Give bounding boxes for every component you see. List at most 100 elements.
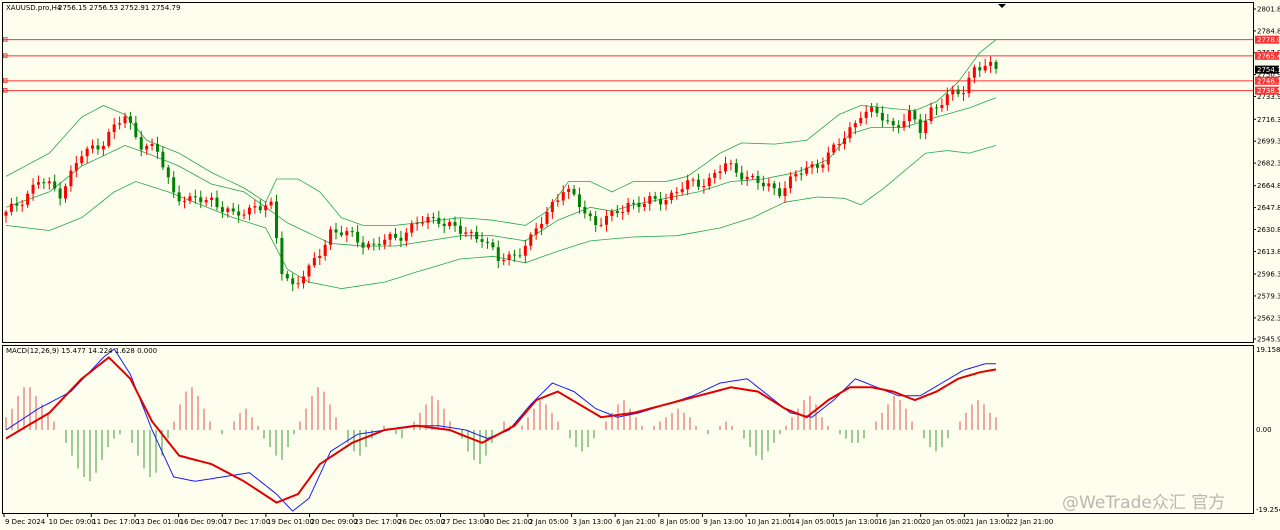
candles-group: [4, 56, 998, 292]
candle-body: [91, 145, 95, 149]
time-tick-label: 26 Dec 05:00: [398, 518, 445, 526]
price-levels-group: [3, 37, 1253, 93]
candle-body: [139, 137, 143, 150]
macd-panel-frame[interactable]: [2, 345, 1254, 514]
chart-shift-marker-icon[interactable]: [998, 4, 1006, 8]
candle-body: [767, 183, 771, 187]
candle-body: [626, 202, 630, 213]
candle-body: [431, 217, 435, 219]
bollinger-lower-band: [5, 145, 997, 290]
candle-body: [345, 231, 349, 236]
time-axis[interactable]: 9 Dec 2024 10 Dec 09:0011 Dec 17:0013 Dec…: [3, 514, 1053, 526]
candle-body: [145, 145, 149, 150]
candle-body: [69, 170, 73, 187]
bollinger-upper-band: [5, 39, 997, 226]
chart-canvas[interactable]: 2801.802784.802767.902750.902733.902716.…: [0, 0, 1280, 530]
candle-body: [583, 206, 587, 214]
candle-body: [518, 255, 522, 257]
candle-body: [9, 203, 13, 212]
candle-body: [756, 175, 760, 183]
candle-body: [4, 211, 8, 216]
candle-body: [669, 192, 673, 200]
candle-body: [632, 202, 636, 204]
candle-body: [507, 254, 511, 260]
candle-body: [659, 198, 663, 205]
candle-body: [983, 65, 987, 71]
candle-body: [183, 200, 187, 202]
macd-signal-line: [5, 356, 997, 504]
time-tick-label: 21 Jan 13:00: [965, 518, 1009, 526]
time-tick-label: 27 Dec 13:00: [442, 518, 489, 526]
candle-body: [729, 163, 733, 165]
candle-body: [161, 151, 165, 168]
candle-body: [480, 239, 484, 242]
candle-body: [702, 185, 706, 187]
time-tick-label: 17 Dec 17:00: [223, 518, 270, 526]
candle-body: [545, 211, 549, 224]
candle-body: [778, 188, 782, 197]
time-tick-label: 2 Jan 05:00: [529, 518, 569, 526]
price-level-label: 2746.11: [1257, 77, 1280, 85]
candle-body: [172, 177, 176, 193]
price-tick-label: 2545.90: [1257, 336, 1280, 344]
candle-body: [36, 182, 40, 185]
candle-body: [972, 67, 976, 78]
candle-body: [642, 203, 646, 207]
candle-body: [107, 132, 111, 146]
bollinger-middle-band: [5, 97, 997, 247]
candle-body: [394, 233, 398, 238]
candle-body: [567, 188, 571, 193]
candle-body: [783, 188, 787, 197]
candle-body: [64, 186, 68, 199]
candle-body: [377, 243, 381, 245]
candle-body: [410, 223, 414, 233]
candle-body: [550, 201, 554, 212]
candle-body: [875, 107, 879, 113]
candle-body: [323, 244, 327, 256]
candle-body: [155, 143, 159, 152]
candle-body: [247, 207, 251, 215]
candle-body: [101, 145, 105, 150]
time-tick-label: 30 Dec 21:00: [485, 518, 532, 526]
candle-body: [291, 278, 295, 285]
price-tick-label: 2699.30: [1257, 138, 1280, 146]
candle-body: [166, 167, 170, 178]
price-tick-label: 2647.80: [1257, 204, 1280, 212]
macd-lines-group: [5, 348, 997, 512]
time-tick-label: 10 Dec 09:00: [49, 518, 96, 526]
price-tick-label: 2716.30: [1257, 116, 1280, 124]
candle-body: [437, 217, 441, 224]
candle-body: [80, 156, 84, 164]
candle-body: [58, 188, 62, 199]
candle-body: [745, 176, 749, 180]
candle-body: [918, 119, 922, 133]
candle-body: [318, 255, 322, 259]
candle-body: [588, 213, 592, 217]
candle-body: [740, 172, 744, 180]
candle-body: [188, 196, 192, 201]
candle-body: [864, 111, 868, 118]
candle-body: [848, 127, 852, 139]
time-tick-label: 19 Dec 01:00: [267, 518, 314, 526]
candle-body: [356, 231, 360, 243]
candle-body: [513, 254, 517, 256]
candle-body: [691, 179, 695, 181]
price-axis[interactable]: 2801.802784.802767.902750.902733.902716.…: [1253, 6, 1280, 344]
candle-body: [713, 173, 717, 178]
candle-body: [951, 89, 955, 95]
candle-body: [307, 265, 311, 277]
time-tick-label: 8 Jan 05:00: [660, 518, 700, 526]
price-tick-label: 2596.30: [1257, 271, 1280, 279]
candle-body: [810, 164, 814, 168]
candle-body: [112, 124, 116, 133]
macd-axis-tick-max: 19.158: [1256, 346, 1280, 354]
candle-body: [707, 177, 711, 186]
mt4-chart-window[interactable]: 2801.802784.802767.902750.902733.902716.…: [0, 0, 1280, 530]
candle-body: [594, 216, 598, 226]
candle-body: [967, 77, 971, 94]
candle-body: [962, 93, 966, 95]
candle-body: [199, 197, 203, 203]
candle-body: [891, 120, 895, 126]
candle-body: [177, 192, 181, 202]
time-tick-label: 9 Jan 13:00: [703, 518, 743, 526]
